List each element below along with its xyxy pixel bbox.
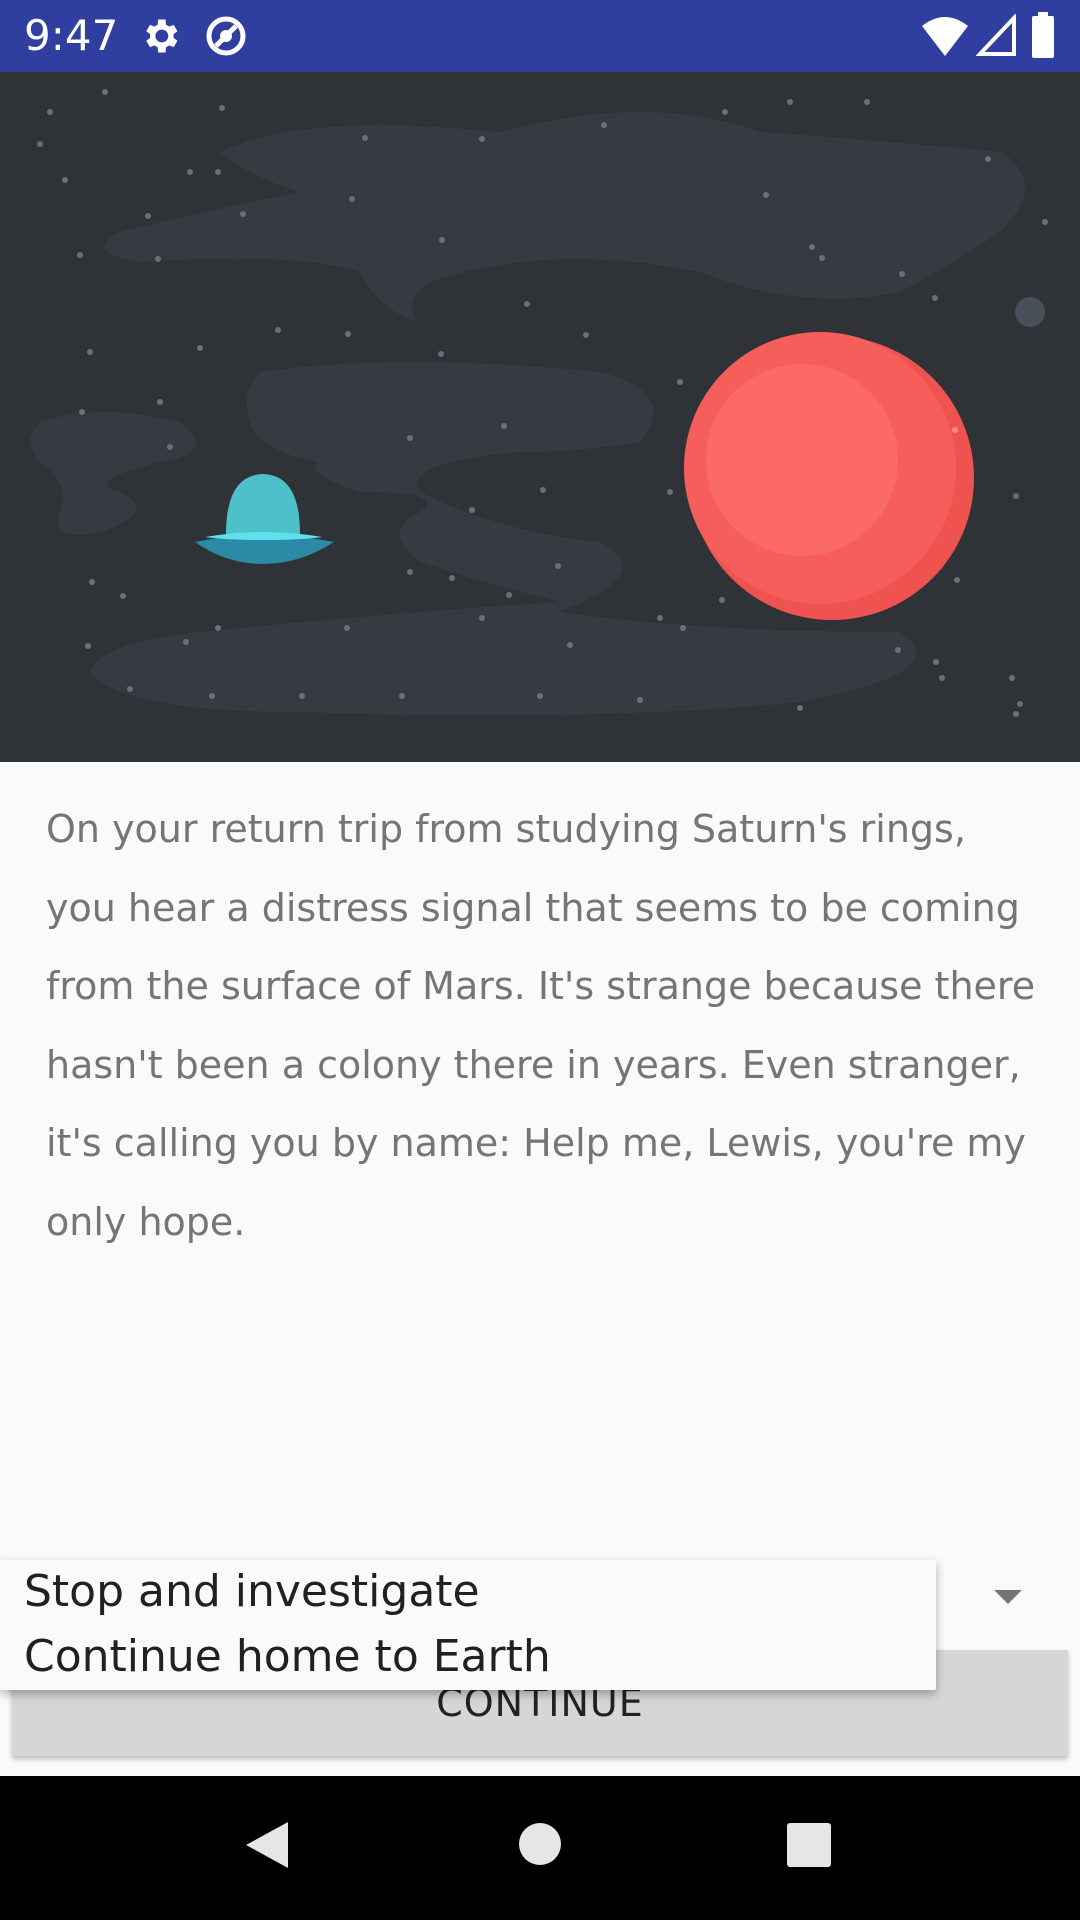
hero-illustration [0,72,1080,762]
ufo-icon [195,474,334,564]
choice-dropdown: Stop and investigate Continue home to Ea… [0,1560,936,1690]
home-icon[interactable] [518,1822,562,1871]
recents-icon[interactable] [786,1822,832,1873]
cellular-signal-icon [975,12,1016,61]
small-moon-icon [1015,297,1045,327]
chevron-down-icon[interactable] [994,1590,1022,1604]
back-icon[interactable] [244,1820,290,1875]
battery-icon [1030,12,1056,63]
status-bar: 9:47 [0,0,1080,72]
status-time: 9:47 [24,11,119,60]
option-continue-home[interactable]: Continue home to Earth [24,1627,551,1687]
gear-icon [138,14,182,63]
planet-mars-icon [684,332,974,620]
data-saver-icon [202,12,250,65]
wifi-icon [920,14,970,63]
option-stop-and-investigate[interactable]: Stop and investigate [24,1562,480,1622]
story-text: On your return trip from studying Saturn… [46,807,1036,1244]
navigation-bar [0,1776,1080,1920]
